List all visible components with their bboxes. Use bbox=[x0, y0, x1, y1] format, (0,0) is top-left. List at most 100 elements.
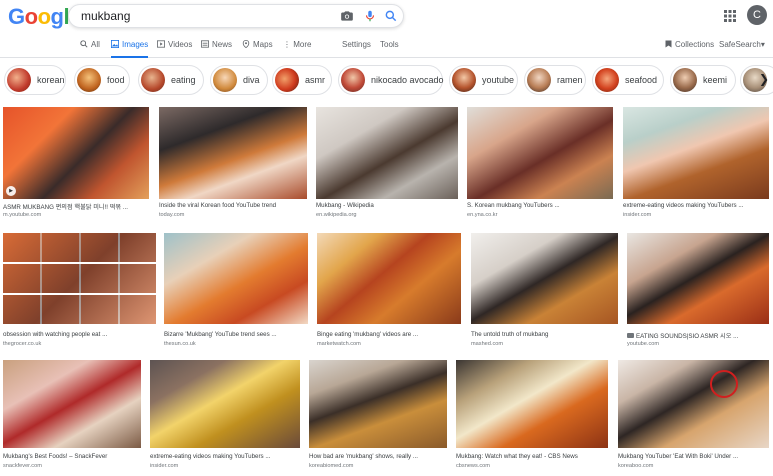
result-source[interactable]: youtube.com bbox=[627, 341, 659, 347]
chip-korean[interactable]: korean bbox=[4, 65, 66, 95]
result-source[interactable]: en.wikipedia.org bbox=[316, 212, 356, 218]
tab-label: News bbox=[212, 40, 233, 49]
result-image[interactable] bbox=[3, 233, 156, 324]
result-image[interactable] bbox=[164, 233, 308, 324]
apps-grid-icon[interactable] bbox=[723, 9, 737, 23]
result-source[interactable]: insider.com bbox=[623, 212, 651, 218]
chip-thumbnail bbox=[341, 68, 365, 92]
result-caption[interactable]: obsession with watching people eat ... bbox=[3, 331, 156, 338]
result-caption[interactable]: extreme-eating videos making YouTubers .… bbox=[150, 453, 300, 460]
tab-news[interactable]: News bbox=[201, 40, 232, 58]
tab-more[interactable]: ⋮ More bbox=[283, 40, 311, 58]
image-result[interactable]: EATING SOUNDS|SIO ASMR 시오 ... youtube.co… bbox=[627, 233, 769, 348]
result-caption[interactable]: Binge eating 'mukbang' videos are ... bbox=[317, 331, 461, 338]
tab-maps[interactable]: Maps bbox=[242, 40, 273, 58]
image-result[interactable]: Mukbang: Watch what they eat! - CBS News… bbox=[456, 360, 608, 473]
result-source[interactable]: en.yna.co.kr bbox=[467, 212, 497, 218]
result-image[interactable] bbox=[471, 233, 618, 324]
video-icon bbox=[157, 40, 165, 48]
result-caption[interactable]: Mukbang's Best Foods! – SnackFever bbox=[3, 453, 141, 460]
search-input[interactable]: mukbang bbox=[81, 9, 130, 23]
result-caption[interactable]: The untold truth of mukbang bbox=[471, 331, 618, 338]
account-avatar[interactable]: C bbox=[747, 5, 767, 25]
camera-icon[interactable] bbox=[340, 9, 354, 23]
image-result[interactable]: How bad are 'mukbang' shows, really ... … bbox=[309, 360, 447, 473]
result-source[interactable]: m.youtube.com bbox=[3, 212, 41, 218]
chip-thumbnail bbox=[452, 68, 476, 92]
search-box[interactable]: mukbang bbox=[68, 4, 404, 28]
result-caption[interactable]: EATING SOUNDS|SIO ASMR 시오 ... bbox=[627, 331, 769, 340]
result-source[interactable]: marketwatch.com bbox=[317, 341, 361, 347]
search-icon[interactable] bbox=[384, 9, 398, 23]
chip-seafood[interactable]: seafood bbox=[592, 65, 664, 95]
result-image[interactable] bbox=[623, 107, 769, 199]
result-image[interactable] bbox=[159, 107, 307, 199]
image-result[interactable]: Inside the viral Korean food YouTube tre… bbox=[159, 107, 307, 219]
microphone-icon[interactable] bbox=[363, 9, 377, 23]
result-caption[interactable]: Mukbang YouTuber 'Eat With Boki' Under .… bbox=[618, 453, 769, 460]
result-source[interactable]: mashed.com bbox=[471, 341, 503, 347]
chip-eating[interactable]: eating bbox=[138, 65, 204, 95]
result-source[interactable]: cbsnews.com bbox=[456, 463, 490, 469]
image-result[interactable]: extreme-eating videos making YouTubers .… bbox=[150, 360, 300, 473]
settings-link[interactable]: Settings bbox=[342, 40, 371, 49]
result-caption[interactable]: Mukbang - Wikipedia bbox=[316, 202, 458, 209]
image-result[interactable]: Mukbang's Best Foods! – SnackFever snack… bbox=[3, 360, 141, 473]
chip-youtube[interactable]: youtube bbox=[449, 65, 518, 95]
result-caption[interactable]: Inside the viral Korean food YouTube tre… bbox=[159, 202, 307, 209]
logo-letter: g bbox=[50, 4, 64, 29]
image-result[interactable]: Mukbang YouTuber 'Eat With Boki' Under .… bbox=[618, 360, 769, 473]
logo-letter: o bbox=[24, 4, 38, 29]
chip-asmr[interactable]: asmr bbox=[272, 65, 332, 95]
chip-food[interactable]: food bbox=[74, 65, 130, 95]
result-source[interactable]: thesun.co.uk bbox=[164, 341, 196, 347]
tab-videos[interactable]: Videos bbox=[157, 40, 192, 58]
tab-all[interactable]: All bbox=[80, 40, 100, 58]
result-source[interactable]: thegrocer.co.uk bbox=[3, 341, 41, 347]
result-image[interactable] bbox=[627, 233, 769, 324]
result-source[interactable]: insider.com bbox=[150, 463, 178, 469]
image-result[interactable]: The untold truth of mukbang mashed.com bbox=[471, 233, 618, 348]
result-caption[interactable]: S. Korean mukbang YouTubers ... bbox=[467, 202, 613, 209]
image-result[interactable]: extreme-eating videos making YouTubers .… bbox=[623, 107, 769, 219]
result-caption[interactable]: extreme-eating videos making YouTubers .… bbox=[623, 202, 769, 209]
result-image[interactable] bbox=[309, 360, 447, 448]
result-caption[interactable]: How bad are 'mukbang' shows, really ... bbox=[309, 453, 447, 460]
map-pin-icon bbox=[242, 40, 250, 48]
result-source[interactable]: snackfever.com bbox=[3, 463, 42, 469]
chip-label: eating bbox=[171, 75, 196, 85]
result-image[interactable]: ▶ bbox=[3, 107, 149, 199]
result-image[interactable] bbox=[456, 360, 608, 448]
chip-keemi[interactable]: keemi bbox=[670, 65, 736, 95]
safesearch-dropdown[interactable]: SafeSearch▾ bbox=[719, 40, 765, 49]
result-caption[interactable]: Bizarre 'Mukbang' YouTube trend sees ... bbox=[164, 331, 308, 338]
tab-images[interactable]: Images bbox=[111, 40, 149, 58]
result-image[interactable] bbox=[316, 107, 458, 199]
image-result[interactable]: ▶ ASMR MUKBANG 편의점 핵불닭 미니!! 떡볶 ... m.you… bbox=[3, 107, 149, 219]
image-result[interactable]: Bizarre 'Mukbang' YouTube trend sees ...… bbox=[164, 233, 308, 348]
chevron-right-icon[interactable]: ❯ bbox=[759, 72, 773, 88]
result-image[interactable] bbox=[317, 233, 461, 324]
result-image[interactable] bbox=[150, 360, 300, 448]
result-caption[interactable]: Mukbang: Watch what they eat! - CBS News bbox=[456, 453, 608, 460]
bookmark-icon bbox=[665, 40, 672, 48]
chip-diva[interactable]: diva bbox=[210, 65, 268, 95]
image-result[interactable]: Mukbang - Wikipedia en.wikipedia.org bbox=[316, 107, 458, 219]
image-result[interactable]: obsession with watching people eat ... t… bbox=[3, 233, 156, 348]
result-source[interactable]: today.com bbox=[159, 212, 184, 218]
collections-link[interactable]: Collections bbox=[665, 40, 714, 49]
tools-link[interactable]: Tools bbox=[380, 40, 399, 49]
result-caption[interactable]: ASMR MUKBANG 편의점 핵불닭 미니!! 떡볶 ... bbox=[3, 202, 149, 211]
chip-nikocado-avocado[interactable]: nikocado avocado bbox=[338, 65, 444, 95]
result-source[interactable]: koreaboo.com bbox=[618, 463, 653, 469]
image-result[interactable]: Binge eating 'mukbang' videos are ... ma… bbox=[317, 233, 461, 348]
tab-label: Maps bbox=[253, 40, 273, 49]
result-image[interactable] bbox=[618, 360, 769, 448]
chip-ramen[interactable]: ramen bbox=[524, 65, 586, 95]
image-result[interactable]: S. Korean mukbang YouTubers ... en.yna.c… bbox=[467, 107, 613, 219]
highlight-circle bbox=[710, 370, 738, 398]
result-source[interactable]: koreabiomed.com bbox=[309, 463, 353, 469]
header: Google mukbang C All Images bbox=[0, 0, 773, 58]
result-image[interactable] bbox=[3, 360, 141, 448]
result-image[interactable] bbox=[467, 107, 613, 199]
